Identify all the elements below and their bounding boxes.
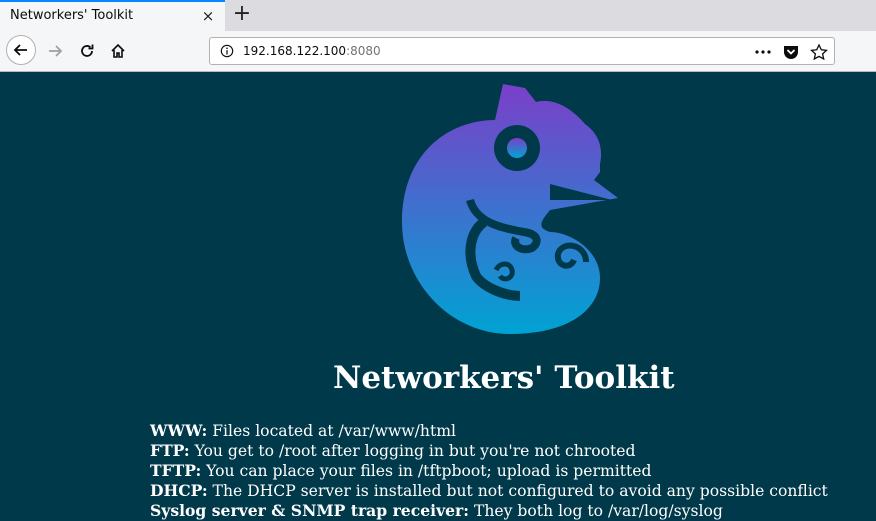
service-text: They both log to /var/log/syslog: [469, 502, 723, 520]
pocket-icon[interactable]: [782, 44, 800, 60]
nav-bar: 192.168.122.100:8080: [0, 31, 876, 71]
bookmark-star-icon[interactable]: [810, 44, 828, 60]
more-icon[interactable]: [754, 44, 772, 60]
new-tab-button[interactable]: +: [232, 3, 252, 25]
home-button[interactable]: [105, 38, 131, 64]
page-title: Networkers' Toolkit: [333, 360, 675, 396]
tab-strip: Networkers' Toolkit × +: [0, 0, 876, 31]
service-label: TFTP:: [150, 461, 202, 480]
tab-title: Networkers' Toolkit: [10, 8, 134, 23]
service-item-syslog: Syslog server & SNMP trap receiver: They…: [150, 501, 828, 521]
service-item-www: WWW: Files located at /var/www/html: [150, 421, 828, 441]
url-port: :8080: [346, 44, 381, 58]
services-list: WWW: Files located at /var/www/html FTP:…: [150, 421, 828, 521]
service-label: FTP:: [150, 441, 190, 460]
service-item-tftp: TFTP: You can place your files in /tftpb…: [150, 461, 828, 481]
chameleon-logo: [402, 84, 618, 334]
url-actions: [754, 42, 828, 62]
info-icon[interactable]: [220, 44, 234, 58]
service-text: You can place your files in /tftpboot; u…: [201, 462, 652, 480]
back-button[interactable]: [6, 35, 36, 65]
service-text: You get to /root after logging in but yo…: [189, 442, 636, 460]
home-icon: [111, 43, 125, 58]
forward-icon: [49, 45, 63, 57]
service-item-ftp: FTP: You get to /root after logging in b…: [150, 441, 828, 461]
service-text: Files located at /var/www/html: [207, 422, 456, 440]
back-icon: [13, 44, 27, 56]
tab-active[interactable]: Networkers' Toolkit ×: [0, 0, 225, 31]
url-bar[interactable]: 192.168.122.100:8080: [209, 37, 835, 65]
service-label: DHCP:: [150, 481, 208, 500]
reload-icon: [81, 44, 94, 57]
reload-button[interactable]: [74, 38, 100, 64]
page-content: Networkers' Toolkit WWW: Files located a…: [0, 72, 876, 521]
forward-button[interactable]: [42, 38, 68, 64]
service-item-dhcp: DHCP: The DHCP server is installed but n…: [150, 481, 828, 501]
tab-close-icon[interactable]: ×: [200, 8, 216, 24]
service-text: The DHCP server is installed but not con…: [207, 482, 828, 500]
service-label: Syslog server & SNMP trap receiver:: [150, 501, 470, 520]
url-text[interactable]: 192.168.122.100:8080: [243, 44, 381, 58]
service-label: WWW:: [150, 421, 208, 440]
browser-chrome: Networkers' Toolkit × + 192.168.122.100:…: [0, 0, 876, 72]
url-host: 192.168.122.100: [243, 44, 347, 58]
